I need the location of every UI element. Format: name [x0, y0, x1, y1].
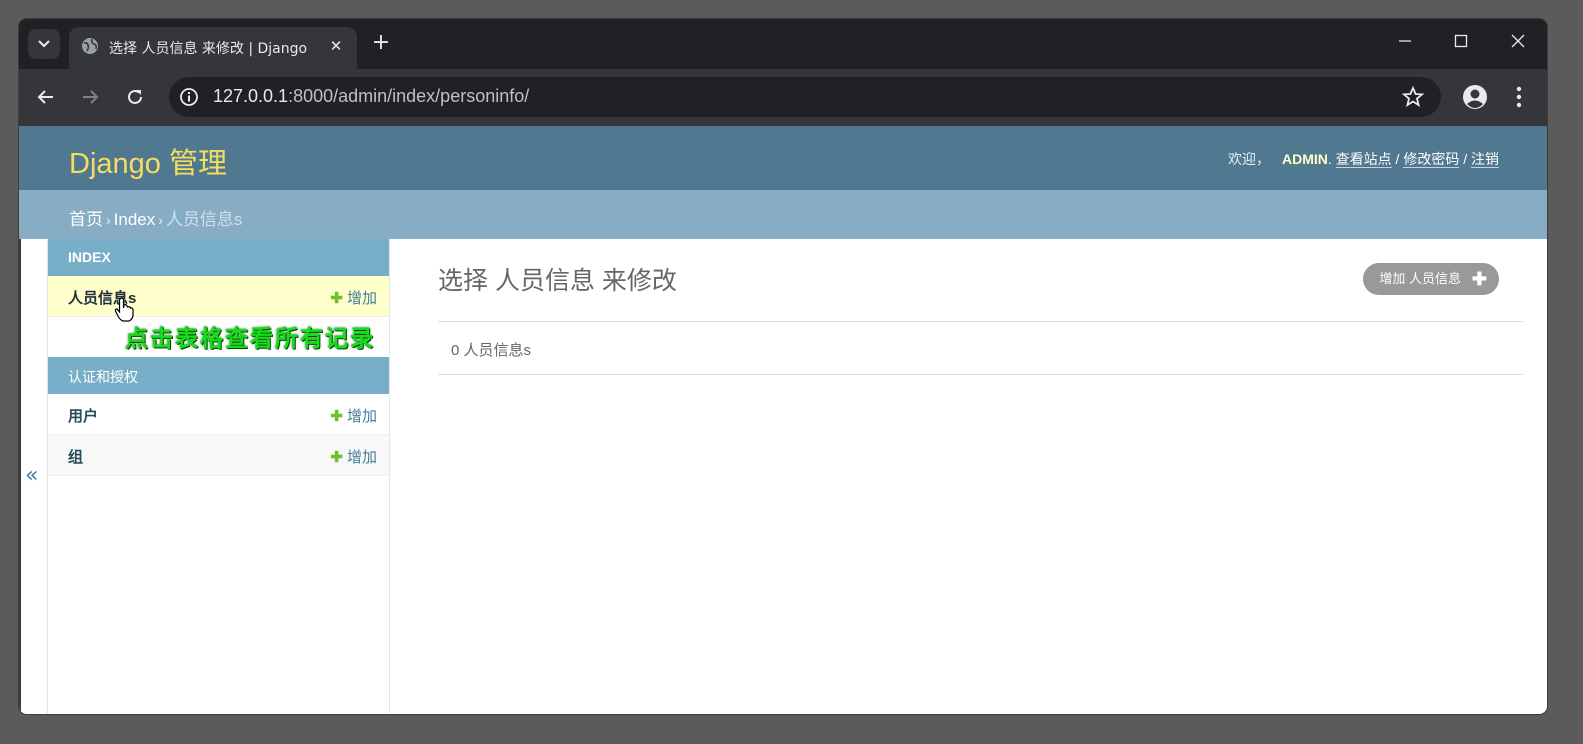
bookmark-star-icon[interactable]	[1401, 85, 1425, 109]
breadcrumb-home[interactable]: 首页	[69, 210, 103, 229]
arrow-right-icon	[83, 90, 99, 104]
plus-icon: ✚	[1471, 269, 1487, 289]
url-path: :8000/admin/index/personinfo/	[288, 86, 530, 106]
add-group-link[interactable]: ✚ 增加	[330, 446, 377, 467]
username: ADMIN	[1281, 151, 1328, 167]
breadcrumb-current: 人员信息s	[165, 210, 243, 229]
forward-button[interactable]	[76, 83, 104, 111]
site-branding[interactable]: Django 管理	[69, 140, 227, 182]
model-link-groups[interactable]: 组	[68, 446, 83, 467]
sidebar-item-groups: 组 ✚ 增加	[48, 435, 389, 476]
sidebar-item-users: 用户 ✚ 增加	[48, 394, 389, 435]
arrow-left-icon	[37, 90, 53, 104]
breadcrumb: 首页 › Index › 人员信息s	[19, 190, 1547, 239]
plus-icon: ✚	[330, 290, 343, 307]
back-button[interactable]	[32, 83, 60, 111]
module-caption-index[interactable]: INDEX	[48, 239, 389, 276]
main-content: 选择 人员信息 来修改 增加 人员信息 ✚ 0 人员信息s	[390, 239, 1547, 714]
plus-icon: ✚	[330, 408, 343, 425]
tab-title: 选择 人员信息 来修改 | Django	[109, 41, 308, 57]
address-bar[interactable]: 127.0.0.1:8000/admin/index/personinfo/	[169, 77, 1441, 117]
view-site-link[interactable]: 查看站点	[1335, 151, 1392, 168]
admin-header: Django 管理 欢迎， ADMIN. 查看站点 / 修改密码 / 注销	[19, 126, 1547, 190]
logout-link[interactable]: 注销	[1471, 151, 1499, 168]
breadcrumb-app[interactable]: Index	[114, 210, 156, 229]
nav-sidebar: INDEX 人员信息s ✚ 增加 点击表格查看所有记录 认证和授权 用户 ✚ 增加 …	[48, 239, 390, 714]
divider	[438, 321, 1523, 322]
maximize-button[interactable]	[1441, 31, 1481, 55]
change-password-link[interactable]: 修改密码	[1403, 151, 1460, 168]
page-title: 选择 人员信息 来修改	[438, 267, 677, 295]
url-host: 127.0.0.1	[213, 86, 289, 106]
site-info-icon[interactable]	[177, 85, 201, 109]
annotation-text: 点击表格查看所有记录	[125, 325, 375, 352]
profile-icon[interactable]	[1461, 83, 1489, 111]
minimize-button[interactable]	[1385, 31, 1425, 55]
add-personinfo-link[interactable]: ✚ 增加	[330, 287, 377, 308]
model-link-users[interactable]: 用户	[68, 405, 98, 426]
divider	[438, 374, 1523, 375]
kebab-menu-icon[interactable]	[1507, 83, 1531, 111]
browser-window: 选择 人员信息 来修改 | Django ✕ + 127.0.0.1:8000/…	[19, 19, 1547, 714]
reload-button[interactable]	[121, 83, 149, 111]
new-tab-button[interactable]: +	[369, 31, 393, 55]
module-caption-auth[interactable]: 认证和授权	[48, 357, 389, 394]
maximize-icon	[1454, 34, 1468, 48]
user-tools: 欢迎， ADMIN. 查看站点 / 修改密码 / 注销	[1227, 151, 1499, 168]
tab-strip: 选择 人员信息 来修改 | Django ✕ +	[19, 19, 1547, 69]
tab-search-button[interactable]	[28, 29, 60, 59]
result-count: 0 人员信息s	[451, 342, 532, 359]
page-viewport: Django 管理 欢迎， ADMIN. 查看站点 / 修改密码 / 注销 首页 ›…	[19, 126, 1547, 714]
url-text: 127.0.0.1:8000/admin/index/personinfo/	[213, 86, 529, 107]
browser-toolbar: 127.0.0.1:8000/admin/index/personinfo/	[19, 69, 1547, 126]
sidebar-item-personinfo: 人员信息s ✚ 增加	[48, 276, 389, 317]
add-personinfo-button[interactable]: 增加 人员信息 ✚	[1363, 263, 1499, 295]
plus-icon: ✚	[330, 449, 343, 466]
browser-tab[interactable]: 选择 人员信息 来修改 | Django ✕	[69, 27, 357, 69]
close-window-button[interactable]	[1498, 31, 1538, 55]
close-icon	[1511, 34, 1525, 48]
minimize-icon	[1399, 40, 1411, 42]
sidebar-toggle-bar: «	[19, 239, 48, 714]
chevron-down-icon	[38, 40, 50, 48]
close-tab-icon[interactable]: ✕	[327, 37, 345, 55]
reload-icon	[128, 89, 142, 104]
globe-icon	[82, 38, 98, 54]
welcome-text: 欢迎，	[1227, 151, 1270, 167]
collapse-sidebar-button[interactable]: «	[25, 463, 38, 488]
add-user-link[interactable]: ✚ 增加	[330, 405, 377, 426]
